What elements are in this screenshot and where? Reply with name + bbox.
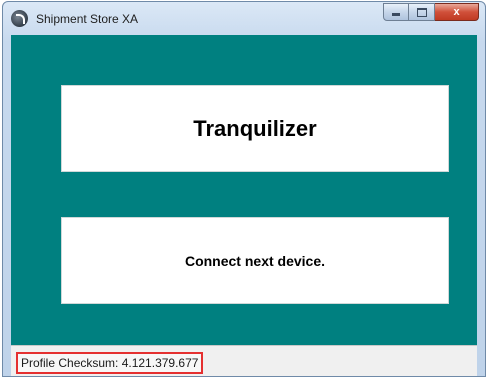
- window-title: Shipment Store XA: [36, 12, 139, 26]
- instruction-message: Connect next device.: [184, 252, 326, 269]
- title-bar[interactable]: Shipment Store XA x: [3, 2, 485, 35]
- close-icon: x: [453, 6, 460, 18]
- main-content-area: Tranquilizer Connect next device.: [11, 35, 477, 345]
- close-button[interactable]: x: [435, 3, 479, 21]
- profile-checksum: Profile Checksum: 4.121.379.677: [16, 352, 204, 374]
- maximize-button[interactable]: [409, 3, 435, 21]
- maximize-icon: [416, 7, 427, 17]
- minimize-button[interactable]: [383, 3, 409, 21]
- instruction-panel: Connect next device.: [61, 217, 449, 304]
- minimize-icon: [392, 13, 400, 16]
- caption-buttons: x: [383, 3, 479, 23]
- app-window: Shipment Store XA x Tranquilizer Connect…: [2, 1, 486, 377]
- status-bar: Profile Checksum: 4.121.379.677: [11, 345, 477, 376]
- product-panel: Tranquilizer: [61, 85, 449, 172]
- product-name: Tranquilizer: [193, 115, 317, 141]
- app-logo-icon[interactable]: [11, 10, 28, 27]
